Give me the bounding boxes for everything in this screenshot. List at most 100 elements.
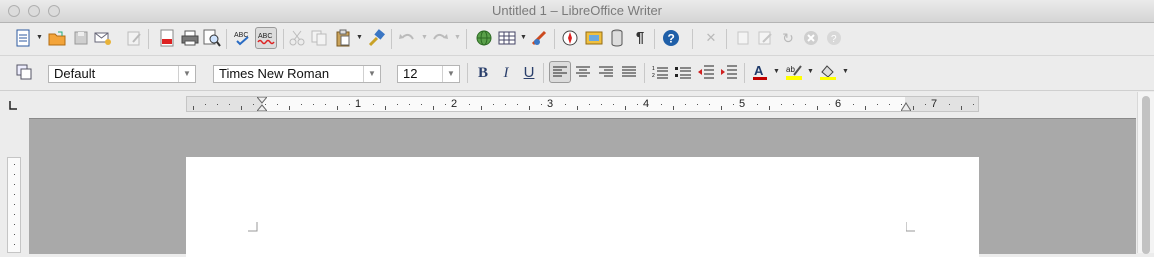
table-icon[interactable] <box>498 29 516 47</box>
chevron-down-icon[interactable]: ▼ <box>178 66 195 82</box>
new-document-icon[interactable] <box>14 29 32 47</box>
paragraph-style-select[interactable]: Default ▼ <box>48 65 196 83</box>
vertical-ruler[interactable] <box>7 157 21 253</box>
new-dropdown-arrow[interactable]: ▼ <box>36 33 43 43</box>
ruler-label-6: 6 <box>835 98 842 110</box>
font-name-select[interactable]: Times New Roman ▼ <box>213 65 381 83</box>
ruler-tick <box>193 106 194 110</box>
justify-icon[interactable] <box>620 63 638 81</box>
ruler-dot <box>589 104 590 105</box>
ruler-dot <box>613 104 614 105</box>
new-record-icon[interactable] <box>734 29 752 47</box>
paste-dropdown-arrow[interactable]: ▼ <box>356 33 363 43</box>
svg-text:?: ? <box>668 32 675 46</box>
svg-text:ABC: ABC <box>258 33 272 40</box>
toolbar-separator <box>466 29 467 49</box>
font-color-icon[interactable]: A <box>751 63 769 81</box>
refresh-icon[interactable]: ↻ <box>779 29 797 47</box>
cut-icon[interactable] <box>288 29 306 47</box>
highlighting-dropdown-arrow[interactable]: ▼ <box>807 67 814 77</box>
align-right-icon[interactable] <box>597 63 615 81</box>
scrollbar-thumb[interactable] <box>1142 96 1150 254</box>
email-document-icon[interactable] <box>94 29 112 47</box>
ruler-tick <box>577 106 578 110</box>
vertical-ruler-dot <box>14 204 15 205</box>
background-color-dropdown-arrow[interactable]: ▼ <box>842 67 849 77</box>
toolbar-separator <box>692 29 693 49</box>
help-icon[interactable]: ? <box>662 29 680 47</box>
title-bar: Untitled 1 – LibreOffice Writer <box>0 0 1154 23</box>
svg-text:A: A <box>754 63 764 78</box>
ruler-tick <box>769 106 770 110</box>
ruler-dot <box>205 104 206 105</box>
align-left-icon[interactable] <box>549 61 571 83</box>
edit-file-icon[interactable] <box>125 29 143 47</box>
vertical-ruler-dot <box>14 164 15 165</box>
paste-icon[interactable] <box>334 29 352 47</box>
align-center-icon[interactable] <box>574 63 592 81</box>
ruler-dot <box>229 104 230 105</box>
clone-formatting-icon[interactable] <box>368 29 386 47</box>
bold-button[interactable]: B <box>474 64 492 82</box>
ruler-tick <box>529 106 530 110</box>
increase-indent-icon[interactable] <box>720 63 738 81</box>
undo-dropdown-arrow[interactable]: ▼ <box>421 33 428 43</box>
navigator-icon[interactable] <box>561 29 579 47</box>
info-icon[interactable]: ? <box>825 29 843 47</box>
vertical-ruler-dot <box>14 244 15 245</box>
auto-spellcheck-icon[interactable]: ABC <box>255 27 277 49</box>
highlighting-icon[interactable]: ab <box>785 63 803 81</box>
numbering-icon[interactable]: 12 <box>651 63 669 81</box>
styles-formatting-icon[interactable] <box>15 63 33 81</box>
spellcheck-icon[interactable]: ABC <box>233 29 251 47</box>
ruler-dot <box>805 104 806 105</box>
ruler-dot <box>733 104 734 105</box>
underline-button[interactable]: U <box>520 64 538 82</box>
redo-icon[interactable] <box>431 29 449 47</box>
hyperlink-icon[interactable] <box>475 29 493 47</box>
horizontal-ruler[interactable]: 1 2 3 4 5 6 7 <box>186 96 979 112</box>
ruler-dot <box>493 104 494 105</box>
decrease-indent-icon[interactable] <box>697 63 715 81</box>
data-sources-icon[interactable] <box>608 29 626 47</box>
stop-icon[interactable] <box>802 29 820 47</box>
draw-functions-icon[interactable] <box>531 29 549 47</box>
italic-button[interactable]: I <box>497 64 515 82</box>
right-indent-marker[interactable] <box>900 97 912 112</box>
bullets-icon[interactable] <box>674 63 692 81</box>
formatting-marks-icon[interactable]: ¶ <box>631 29 649 47</box>
ruler-dot <box>889 104 890 105</box>
toolbar-separator <box>226 29 227 49</box>
copy-icon[interactable] <box>310 29 328 47</box>
font-color-dropdown-arrow[interactable]: ▼ <box>773 67 780 77</box>
chevron-down-icon[interactable]: ▼ <box>363 66 380 82</box>
ruler-tick <box>913 106 914 110</box>
toolbar-separator <box>543 63 544 83</box>
print-icon[interactable] <box>181 29 199 47</box>
chevron-down-icon[interactable]: ▼ <box>442 66 459 82</box>
delete-icon[interactable]: ✕ <box>702 29 720 47</box>
vertical-scrollbar[interactable] <box>1137 92 1154 254</box>
tab-stop-selector[interactable] <box>6 98 20 112</box>
background-color-icon[interactable] <box>819 63 837 81</box>
document-page[interactable] <box>186 157 979 257</box>
ruler-label-7: 7 <box>931 98 938 110</box>
undo-icon[interactable] <box>398 29 416 47</box>
document-canvas <box>29 118 1136 257</box>
gallery-icon[interactable] <box>585 29 603 47</box>
ruler-dot <box>781 104 782 105</box>
export-pdf-icon[interactable] <box>158 29 176 47</box>
open-folder-icon[interactable] <box>48 29 66 47</box>
ruler-tick <box>241 106 242 110</box>
ruler-dot <box>541 104 542 105</box>
vertical-ruler-dot <box>14 214 15 215</box>
table-dropdown-arrow[interactable]: ▼ <box>520 33 527 43</box>
ruler-dot <box>661 104 662 105</box>
ruler-dot <box>601 104 602 105</box>
font-size-select[interactable]: 12 ▼ <box>397 65 460 83</box>
save-icon[interactable] <box>72 29 90 47</box>
edit-record-icon[interactable] <box>756 29 774 47</box>
redo-dropdown-arrow[interactable]: ▼ <box>454 33 461 43</box>
print-preview-icon[interactable] <box>203 29 221 47</box>
ruler-dot <box>685 104 686 105</box>
